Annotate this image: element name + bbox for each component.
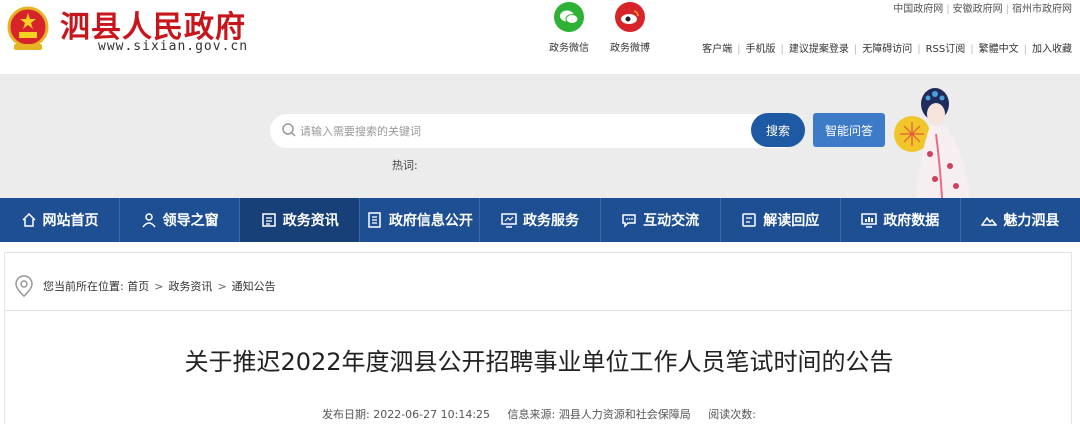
home-icon [22, 212, 36, 227]
top-link[interactable]: 安徽政府网 [953, 4, 1003, 15]
article-panel: 您当前所在位置: 首页 > 政务资讯 > 通知公告 关于推迟2022年度泗县公开招聘事业… [4, 252, 1072, 424]
nav-item-leaders[interactable]: 领导之窗 [120, 198, 241, 242]
notes-icon [742, 213, 756, 227]
nav-item-interaction[interactable]: 互动交流 [601, 198, 721, 242]
nav-label: 政府信息公开 [388, 213, 473, 229]
weibo-label: 政务微博 [610, 43, 650, 54]
divider: | [1005, 4, 1009, 15]
search-input[interactable] [300, 114, 740, 148]
nav-label: 魅力泗县 [1003, 213, 1060, 229]
breadcrumb: 您当前所在位置: 首页 > 政务资讯 > 通知公告 [43, 278, 276, 294]
divider: | [917, 44, 921, 55]
nav-item-gov-data[interactable]: 政府数据 [841, 198, 961, 242]
nav-label: 网站首页 [42, 213, 99, 229]
nav-item-home[interactable]: 网站首页 [0, 198, 121, 242]
toolbar-link[interactable]: 加入收藏 [1032, 44, 1072, 55]
toolbar-link[interactable]: RSS订阅 [926, 44, 966, 55]
weibo-link[interactable]: 政务微博 [604, 0, 656, 54]
nav-item-charm[interactable]: 魅力泗县 [961, 198, 1080, 242]
publish-date: 2022-06-27 10:14:25 [373, 408, 491, 421]
weibo-icon [615, 2, 645, 32]
source-value: 泗县人力资源和社会保障局 [558, 408, 691, 421]
toolbar-link[interactable]: 无障碍访问 [862, 44, 912, 55]
top-link[interactable]: 宿州市政府网 [1012, 4, 1072, 15]
nav-label: 政府数据 [883, 213, 940, 229]
top-link[interactable]: 中国政府网 [893, 4, 943, 15]
mountain-icon [981, 216, 998, 226]
toolbar-link[interactable]: 建议提案登录 [789, 44, 849, 55]
breadcrumb-prefix: 您当前所在位置: [43, 280, 124, 293]
site-domain: www.sixian.gov.cn [98, 39, 249, 54]
source-label: 信息来源: [507, 408, 556, 421]
toolbar-link[interactable]: 繁體中文 [979, 44, 1019, 55]
breadcrumb-news[interactable]: 政务资讯 [168, 280, 212, 293]
article-title: 关于推迟2022年度泗县公开招聘事业单位工作人员笔试时间的公告 [184, 348, 894, 376]
article-meta: 发布日期: 2022-06-27 10:14:25 信息来源: 泗县人力资源和社… [5, 406, 1073, 422]
search-button[interactable]: 搜索 [751, 113, 805, 147]
nav-label: 政务服务 [522, 213, 579, 229]
wechat-icon [554, 2, 584, 32]
document-icon [262, 213, 276, 227]
nav-label: 政务资讯 [282, 213, 339, 229]
divider: | [970, 44, 974, 55]
hot-words-label: 热词: [392, 159, 418, 172]
toolbar-link[interactable]: 手机版 [745, 44, 775, 55]
divider: | [737, 44, 741, 55]
views-label: 阅读次数: [708, 408, 756, 421]
nav-item-news[interactable]: 政务资讯 [240, 198, 361, 242]
opera-figure-illustration [894, 88, 970, 198]
user-icon [142, 213, 156, 228]
search-icon [282, 123, 296, 137]
breadcrumb-separator: > [217, 280, 227, 293]
nav-item-interpretation[interactable]: 解读回应 [721, 198, 841, 242]
chat-icon [622, 214, 636, 228]
wechat-link[interactable]: 政务微信 [543, 0, 595, 54]
chart-icon [861, 213, 878, 228]
wechat-label: 政务微信 [549, 43, 589, 54]
top-links: 中国政府网 | 安徽政府网 | 宿州市政府网 [893, 0, 1072, 15]
divider: | [853, 44, 858, 55]
toolbar-link[interactable]: 客户端 [702, 44, 732, 55]
header: 泗县人民政府 www.sixian.gov.cn 政务微信 政务微博 中国政府网… [0, 0, 1080, 74]
breadcrumb-bar: 您当前所在位置: 首页 > 政务资讯 > 通知公告 [5, 253, 1071, 311]
date-label: 发布日期: [322, 408, 370, 421]
location-pin-icon [15, 275, 33, 297]
list-icon [368, 212, 381, 228]
nav-item-gov-info[interactable]: 政府信息公开 [360, 198, 481, 242]
nav-label: 解读回应 [763, 213, 820, 229]
nav-label: 互动交流 [643, 213, 700, 229]
breadcrumb-home[interactable]: 首页 [127, 280, 149, 293]
breadcrumb-separator: > [154, 280, 164, 293]
divider: | [780, 44, 784, 55]
main-nav: 网站首页 领导之窗 政务资讯 政府信息公开 政务服务 互动交流 解读回应 政府数… [0, 198, 1080, 242]
national-emblem-icon[interactable] [6, 6, 50, 52]
nav-label: 领导之窗 [162, 213, 219, 229]
nav-item-services[interactable]: 政务服务 [480, 198, 601, 242]
toolbar: 客户端 | 手机版 | 建议提案登录 | 无障碍访问 | RSS订阅 | 繁體中文 | 加入收藏 [702, 40, 1072, 55]
divider: | [1023, 44, 1027, 55]
breadcrumb-notices[interactable]: 通知公告 [232, 280, 276, 293]
monitor-icon [501, 213, 517, 228]
smart-qa-button[interactable]: 智能问答 [813, 113, 885, 147]
divider: | [946, 4, 950, 15]
